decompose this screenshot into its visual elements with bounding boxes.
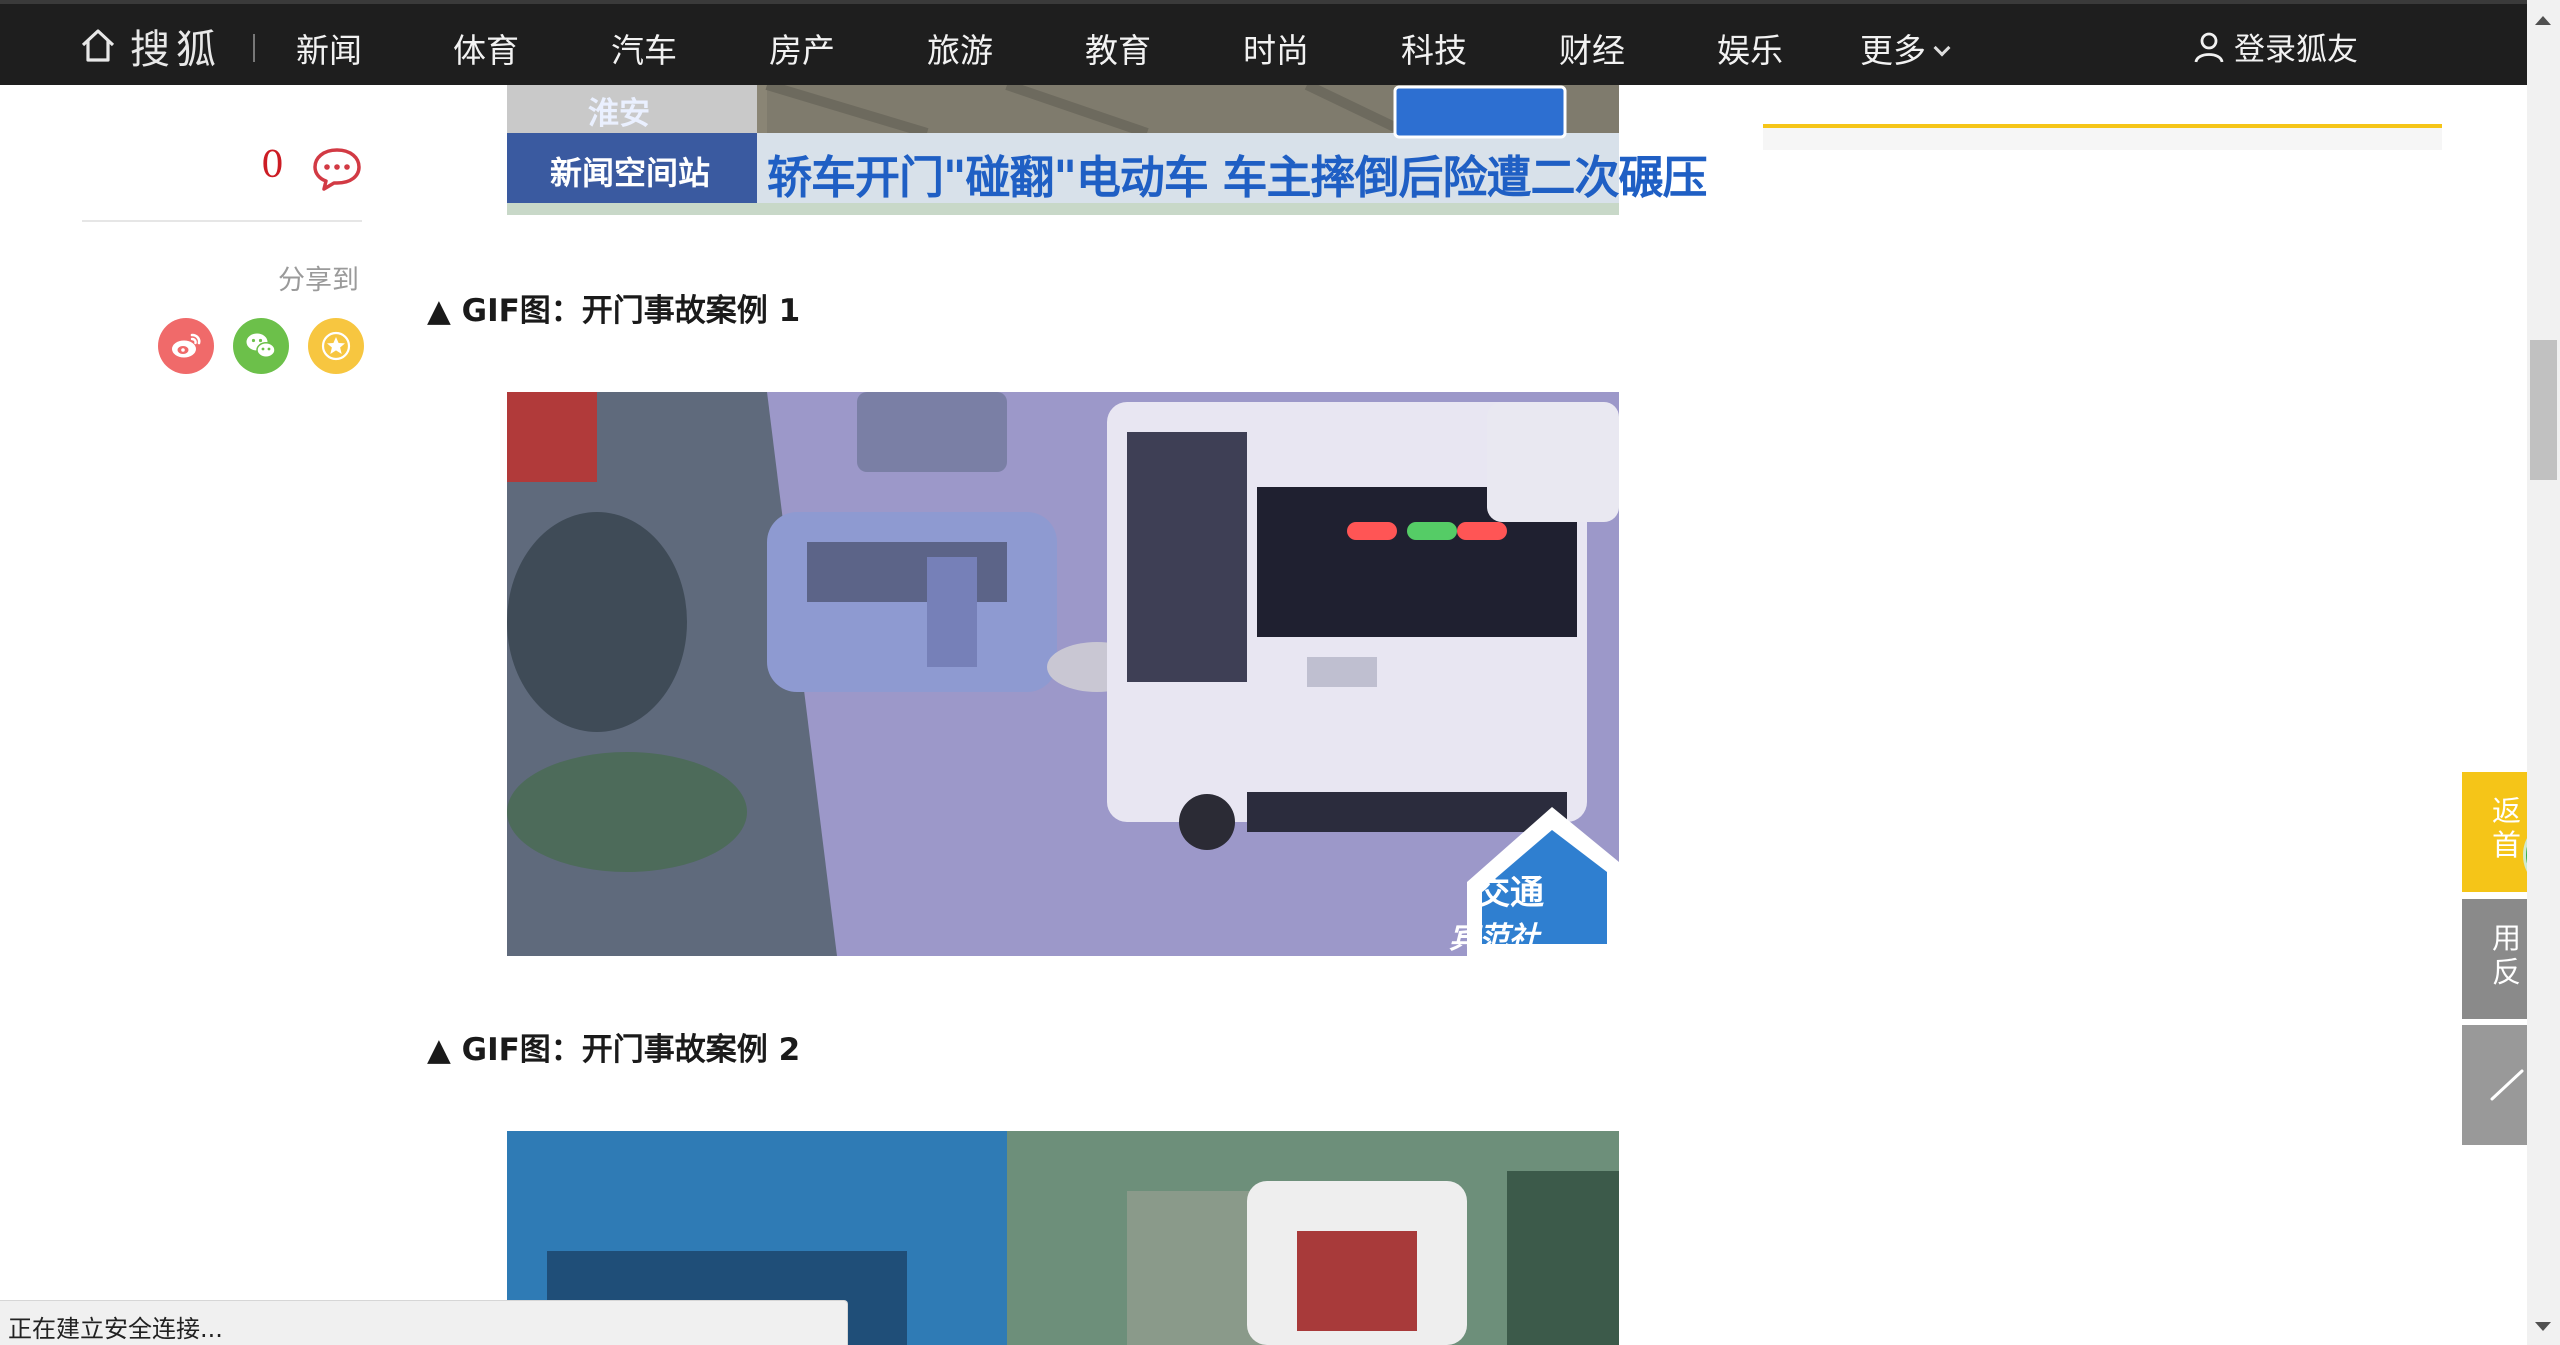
- scrollbar-thumb[interactable]: [2530, 340, 2557, 480]
- wechat-icon: [246, 333, 276, 358]
- back-to-top-button[interactable]: [2462, 1025, 2528, 1145]
- comment-icon[interactable]: [311, 146, 363, 192]
- favorite-icon: [321, 331, 351, 361]
- sidebar-panel: [1763, 128, 2442, 150]
- share-weibo-button[interactable]: [158, 318, 214, 374]
- nav-item-travel[interactable]: 旅游: [927, 24, 993, 72]
- share-wechat-button[interactable]: [233, 318, 289, 374]
- comment-count[interactable]: 0: [261, 145, 284, 186]
- login-button[interactable]: 登录狐友: [2192, 24, 2358, 69]
- back-home-line-1: 返: [2492, 794, 2522, 828]
- top-navbar: 搜狐 新闻 体育 汽车 房产 旅游 教育 时尚 科技 财经 娱乐 更多 登录狐友: [0, 0, 2527, 85]
- nav-item-education[interactable]: 教育: [1085, 24, 1151, 72]
- logo-separator: [253, 34, 255, 62]
- home-icon: [81, 28, 115, 62]
- figure-2-gif: [507, 392, 1619, 956]
- nav-item-entertainment[interactable]: 娱乐: [1717, 24, 1783, 72]
- nav-item-news[interactable]: 新闻: [296, 24, 362, 72]
- page-scrollbar[interactable]: [2527, 0, 2560, 1345]
- user-icon: [2194, 32, 2224, 63]
- back-home-button[interactable]: 返 首: [2462, 772, 2528, 892]
- nav-item-more[interactable]: 更多: [1860, 24, 1951, 72]
- share-favorite-button[interactable]: [308, 318, 364, 374]
- sohu-logo[interactable]: 搜狐: [78, 18, 222, 73]
- share-label: 分享到: [278, 265, 359, 296]
- nav-item-tech[interactable]: 科技: [1401, 24, 1467, 72]
- figure-2-watermark-top: 交通: [1476, 873, 1544, 913]
- feedback-button[interactable]: 用 反: [2462, 899, 2528, 1019]
- brand-name: 搜狐: [130, 26, 222, 73]
- figure-2-caption: ▲ GIF图：开门事故案例 2: [427, 1032, 801, 1068]
- chevron-down-icon: [1933, 39, 1951, 57]
- feedback-line-2: 反: [2492, 955, 2522, 989]
- share-divider: [82, 220, 362, 222]
- nav-item-auto[interactable]: 汽车: [611, 24, 677, 72]
- browser-status-bar: 正在建立安全连接...: [0, 1300, 848, 1345]
- figure-1-headline: 轿车开门"碰翻"电动车 车主摔倒后险遭二次碾压: [767, 151, 1708, 204]
- nav-item-fashion[interactable]: 时尚: [1243, 24, 1309, 72]
- figure-1-location: 淮安: [588, 96, 650, 132]
- weibo-icon: [172, 333, 201, 358]
- arrow-up-icon: [2490, 1069, 2524, 1101]
- nav-item-realestate[interactable]: 房产: [769, 24, 835, 72]
- scroll-up-arrow[interactable]: [2535, 16, 2551, 25]
- feedback-line-1: 用: [2492, 921, 2522, 955]
- nav-more-label: 更多: [1860, 31, 1926, 70]
- nav-item-finance[interactable]: 财经: [1559, 24, 1625, 72]
- login-label: 登录狐友: [2234, 32, 2358, 68]
- scroll-down-arrow[interactable]: [2535, 1322, 2551, 1331]
- figure-1-caption: ▲ GIF图：开门事故案例 1: [427, 293, 801, 329]
- figure-2-watermark-bottom: 宾范社: [1449, 921, 1539, 956]
- figure-1-program: 新闻空间站: [550, 154, 711, 192]
- page-root: 搜狐 新闻 体育 汽车 房产 旅游 教育 时尚 科技 财经 娱乐 更多 登录狐友…: [0, 0, 2560, 1345]
- figure-2-image: [507, 392, 1619, 956]
- nav-item-sports[interactable]: 体育: [453, 24, 519, 72]
